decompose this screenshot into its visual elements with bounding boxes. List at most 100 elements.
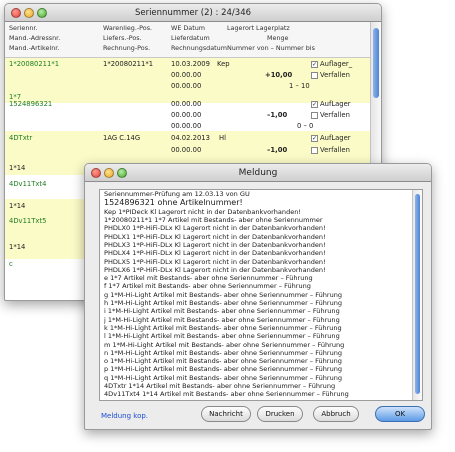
number-range: 1 – 10	[289, 82, 310, 90]
message-line: Seriennummer-Prüfung am 12.03.13 von GU	[104, 190, 250, 198]
we-date: 00.00.00	[171, 100, 202, 108]
scrollbar-thumb[interactable]	[373, 28, 379, 98]
print-button[interactable]: Drucken	[257, 406, 303, 422]
header-number-range[interactable]: Nummer von – Nummer bis	[227, 44, 315, 52]
article-number: 1*14	[9, 243, 26, 251]
zoom-icon[interactable]	[37, 8, 47, 18]
message-line: 4Dv11Txt4 1*14 Artikel mit Bestands- abe…	[104, 390, 349, 399]
verfallen-checkbox[interactable]: Verfallen	[311, 71, 350, 79]
scrollbar-thumb[interactable]	[415, 194, 420, 394]
article-number: 4Dv11Txt5	[9, 217, 47, 225]
article-number: 1*14	[9, 202, 26, 210]
header-delivery-date[interactable]: Lieferdatum	[171, 34, 210, 42]
storage-location: Kep	[217, 60, 230, 68]
we-date: 04.02.2013	[171, 134, 210, 142]
header-goods-pos[interactable]: Warenlieg.-Pos.	[103, 24, 152, 32]
storage-location: Hl	[219, 134, 226, 142]
dialog-window-controls	[91, 168, 127, 178]
message-line: PHDLX1 1*P-HiFi-DLx Kl Lagerort nicht in…	[104, 232, 326, 241]
message-line: p 1*M-Hi-Light Artikel mit Bestands- abe…	[104, 365, 343, 374]
goods-position: 1AG C.14G	[103, 134, 141, 142]
header-invoice-date[interactable]: Rechnungsdatum	[171, 44, 227, 52]
header-serial[interactable]: Seriennr.	[9, 24, 38, 32]
auflager-label: AufLager	[320, 100, 351, 108]
message-scrollbar[interactable]	[412, 190, 422, 400]
header-storage[interactable]: Lagerort Lagerplatz	[227, 24, 290, 32]
minimize-icon[interactable]	[104, 168, 114, 178]
message-line: q 1*M-Hi-Light Artikel mit Bestands- abe…	[104, 373, 343, 382]
column-headers: Seriennr. Mand.-Adressnr. Mand.-Artikeln…	[5, 22, 371, 58]
message-line: g 1*M-Hi-Light Artikel mit Bestands- abe…	[104, 290, 343, 299]
article-number: c	[9, 260, 13, 268]
message-button[interactable]: Nachricht	[201, 406, 251, 422]
header-address[interactable]: Mand.-Adressnr.	[9, 34, 60, 42]
we-date: 10.03.2009	[171, 60, 210, 68]
checkbox-box	[311, 111, 318, 119]
message-line: 4DTxtr 1*14 Artikel mit Bestands- aber o…	[104, 382, 336, 391]
number-range: 0 – 0	[297, 122, 314, 130]
message-line: k 1*M-Hi-Light Artikel mit Bestands- abe…	[104, 323, 342, 332]
invoice-date: 00.00.00	[171, 122, 202, 130]
table-row[interactable]: 4DTxtr 1AG C.14G 04.02.2013 00.00.00 Hl …	[5, 131, 371, 161]
serial-window-title: Seriennummer (2) : 24/346	[134, 8, 252, 18]
header-we-date[interactable]: WE Datum	[171, 24, 205, 32]
quantity: –1,00	[267, 146, 288, 154]
checkmark-icon: ✓	[311, 100, 318, 108]
checkmark-icon: ✓	[311, 134, 318, 142]
header-article[interactable]: Mand.-Artikelnr.	[9, 44, 59, 52]
auflager-label: Auflager_	[320, 60, 353, 68]
goods-position: 1*20080211*1	[103, 60, 154, 68]
message-line: o 1*M-Hi-Light Artikel mit Bestands- abe…	[104, 357, 342, 366]
message-textarea[interactable]: Seriennummer-Prüfung am 12.03.13 von GU 1…	[99, 189, 423, 401]
serial-window-titlebar: Seriennummer (2) : 24/346	[5, 4, 381, 22]
ok-button[interactable]: OK	[375, 406, 425, 422]
message-line: PHDLX6 1*P-HiFi-DLx Kl Lagerort nicht in…	[104, 265, 326, 274]
message-dialog: Meldung Seriennummer-Prüfung am 12.03.13…	[84, 163, 432, 430]
close-icon[interactable]	[91, 168, 101, 178]
header-delivery-pos[interactable]: Liefers.-Pos.	[103, 34, 142, 42]
table-row[interactable]: 1*20080211*1 1*20080211*1 10.03.2009 00.…	[5, 58, 371, 92]
quantity: +10,00	[265, 71, 293, 79]
message-line: 1*20080211*1 1*7 Artikel mit Bestands- a…	[104, 216, 323, 225]
message-line: m 1*M-Hi-Light Artikel mit Bestands- abe…	[104, 340, 345, 349]
message-line: l 1*M-Hi-Light Artikel mit Bestands- abe…	[104, 332, 340, 341]
auflager-checkbox[interactable]: ✓ AufLager	[311, 100, 351, 108]
close-icon[interactable]	[11, 8, 21, 18]
article-number: 4DTxtr	[9, 134, 33, 142]
auflager-checkbox[interactable]: ✓ AufLager	[311, 134, 351, 142]
invoice-date: 00.00.00	[171, 82, 202, 90]
minimize-icon[interactable]	[24, 8, 34, 18]
message-line: i 1*M-Hi-Light Artikel mit Bestands- abe…	[104, 307, 340, 316]
message-line: PHDLX4 1*P-HiFi-DLx Kl Lagerort nicht in…	[104, 249, 326, 258]
delivery-date: 00.00.00	[171, 111, 202, 119]
header-quantity[interactable]: Menge	[267, 34, 288, 42]
verfallen-checkbox[interactable]: Verfallen	[311, 111, 350, 119]
verfallen-label: Verfallen	[320, 111, 350, 119]
article-number: 1*14	[9, 164, 26, 172]
message-line: PHDLX0 1*P-HiFi-DLx Kl Lagerort nicht in…	[104, 224, 326, 233]
message-line: Kep 1*PIDeck Kl Lagerort nicht in der Da…	[104, 207, 302, 216]
verfallen-label: Verfallen	[320, 71, 350, 79]
checkmark-icon: ✓	[311, 60, 318, 68]
message-line: f 1*7 Artikel mit Bestands- aber ohne Se…	[104, 282, 311, 291]
message-lines: Seriennummer-Prüfung am 12.03.13 von GU 1…	[104, 190, 410, 399]
quantity: –1,00	[267, 111, 288, 119]
verfallen-label: Verfallen	[320, 146, 350, 154]
zoom-icon[interactable]	[117, 168, 127, 178]
copy-message-link[interactable]: Meldung kop.	[101, 412, 148, 420]
article-number: 4Dv11Txt4	[9, 180, 47, 188]
verfallen-checkbox[interactable]: Verfallen	[311, 146, 350, 154]
message-line: PHDLX3 1*P-HiFi-DLx Kl Lagerort nicht in…	[104, 240, 326, 249]
checkbox-box	[311, 71, 318, 79]
article-number: 1524896321	[9, 100, 53, 108]
window-controls	[11, 8, 47, 18]
message-line: 1524896321 ohne Artikelnummer!	[104, 198, 243, 208]
message-line: n 1*M-Hi-Light Artikel mit Bestands- abe…	[104, 348, 343, 357]
delivery-date: 00.00.00	[171, 146, 202, 154]
auflager-checkbox[interactable]: ✓ Auflager_	[311, 60, 352, 68]
article-number: 1*20080211*1	[9, 60, 60, 68]
cancel-button[interactable]: Abbruch	[313, 406, 359, 422]
dialog-titlebar: Meldung	[85, 164, 431, 182]
table-row[interactable]: 1524896321 00.00.00 00.00.00 00.00.00 –1…	[5, 96, 371, 134]
header-invoice-pos[interactable]: Rechnung-Pos.	[103, 44, 150, 52]
